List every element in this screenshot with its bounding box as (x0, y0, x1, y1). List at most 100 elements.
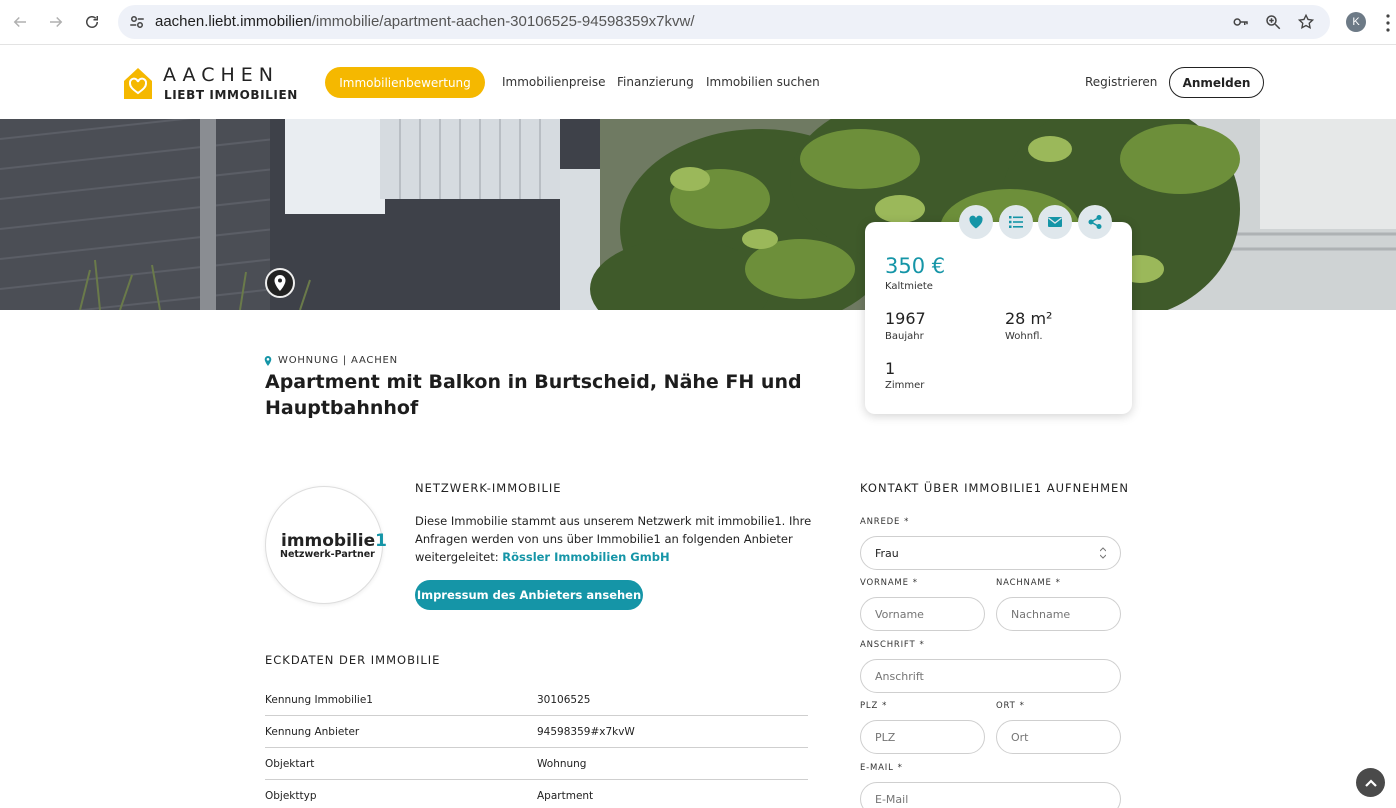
site-settings-icon[interactable] (128, 13, 146, 31)
forward-button[interactable] (44, 10, 68, 34)
url-path: /immobilie/apartment-aachen-30106525-945… (311, 13, 695, 30)
browser-toolbar: aachen.liebt.immobilien/immobilie/apartm… (0, 0, 1396, 45)
listing-category: WOHNUNG | AACHEN (264, 355, 398, 366)
required-mark: * (882, 701, 888, 711)
anrede-select[interactable]: Frau (860, 536, 1121, 570)
vorname-label: VORNAME * (860, 578, 918, 588)
anrede-label-text: ANREDE (860, 517, 901, 527)
plz-label-text: PLZ (860, 701, 879, 711)
email-label-text: E-MAIL (860, 763, 894, 773)
year-label: Baujahr (885, 331, 924, 342)
reload-icon (86, 16, 98, 28)
fact-value: 94598359#x7kvW (537, 726, 635, 738)
facts-table: Kennung Immobilie1 30106525 Kennung Anbi… (265, 684, 808, 808)
anschrift-input[interactable] (860, 659, 1121, 693)
facts-heading: ECKDATEN DER IMMOBILIE (265, 653, 441, 667)
logo-wordmark-top: AACHEN (163, 64, 279, 86)
partner-logo-number: 1 (375, 531, 387, 551)
envelope-icon (1048, 217, 1062, 227)
partner-logo-name: immobilie1 (281, 531, 387, 551)
table-row: Objektart Wohnung (265, 748, 808, 780)
fact-value: 30106525 (537, 694, 591, 706)
profile-avatar[interactable]: K (1346, 12, 1366, 32)
required-mark: * (904, 517, 910, 527)
share-button[interactable] (1078, 205, 1112, 239)
scroll-top-button[interactable] (1356, 768, 1385, 797)
required-mark: * (1019, 701, 1025, 711)
plz-label: PLZ * (860, 701, 887, 711)
anschrift-label: ANSCHRIFT * (860, 640, 925, 650)
fact-key: Kennung Immobilie1 (265, 694, 373, 706)
fact-value: Wohnung (537, 758, 587, 770)
ort-label-text: ORT (996, 701, 1016, 711)
anrede-value: Frau (875, 547, 899, 560)
share-icon (1088, 215, 1102, 229)
fact-key: Objekttyp (265, 790, 317, 802)
required-mark: * (919, 640, 925, 650)
logo-wordmark-bottom: LIEBT IMMOBILIEN (164, 88, 298, 102)
arrow-left-icon (13, 16, 26, 28)
profile-initial: K (1352, 16, 1360, 28)
address-bar[interactable]: aachen.liebt.immobilien/immobilie/apartm… (118, 5, 1330, 39)
heart-icon (969, 215, 983, 229)
nav-link-financing[interactable]: Finanzierung (617, 75, 694, 89)
watchlist-button[interactable] (999, 205, 1033, 239)
url-host: aachen.liebt.immobilien (155, 13, 312, 30)
bookmark-star-icon[interactable] (1297, 13, 1315, 31)
partner-logo: immobilie1 Netzwerk-Partner (265, 486, 387, 604)
vorname-input[interactable] (860, 597, 985, 631)
ort-label: ORT * (996, 701, 1025, 711)
ort-input[interactable] (996, 720, 1121, 754)
nachname-input[interactable] (996, 597, 1121, 631)
area-label: Wohnfl. (1005, 331, 1043, 342)
nachname-label-text: NACHNAME (996, 578, 1052, 588)
provider-link[interactable]: Rössler Immobilien GmbH (502, 550, 669, 564)
nav-link-prices[interactable]: Immobilienpreise (502, 75, 606, 89)
network-description: Diese Immobilie stammt aus unserem Netzw… (415, 512, 815, 566)
nachname-label: NACHNAME * (996, 578, 1061, 588)
hero-image (0, 119, 1396, 310)
location-pin-icon (264, 355, 272, 366)
arrow-right-icon (50, 16, 63, 28)
partner-logo-word: immobilie (281, 531, 376, 551)
page-title: Apartment mit Balkon in Burtscheid, Nähe… (265, 371, 802, 419)
map-pin-icon (274, 275, 286, 291)
email-input[interactable] (860, 782, 1121, 808)
required-mark: * (1055, 578, 1061, 588)
table-row: Objekttyp Apartment (265, 780, 808, 808)
menu-kebab-icon[interactable] (1386, 14, 1390, 32)
fact-key: Objektart (265, 758, 315, 770)
anrede-label: ANREDE * (860, 517, 909, 527)
key-icon[interactable] (1232, 13, 1250, 31)
chevron-up-icon (1364, 778, 1377, 787)
plz-input[interactable] (860, 720, 985, 754)
rooms-value: 1 (885, 359, 896, 378)
favorite-button[interactable] (959, 205, 993, 239)
register-link[interactable]: Registrieren (1085, 75, 1157, 89)
zoom-icon[interactable] (1264, 13, 1282, 31)
back-button[interactable] (8, 10, 32, 34)
required-mark: * (897, 763, 903, 773)
site-logo[interactable]: AACHEN LIEBT IMMOBILIEN (123, 64, 297, 102)
house-heart-icon (124, 68, 152, 99)
fact-key: Kennung Anbieter (265, 726, 360, 738)
contact-heading: KONTAKT ÜBER IMMOBILIE1 AUFNEHMEN (860, 481, 1129, 495)
fact-value: Apartment (537, 790, 594, 802)
network-heading: NETZWERK-IMMOBILIE (415, 481, 562, 495)
email-button[interactable] (1038, 205, 1072, 239)
email-label: E-MAIL * (860, 763, 903, 773)
hero-photo (0, 119, 1396, 310)
price-value: 350 € (885, 254, 946, 278)
site-header: AACHEN LIEBT IMMOBILIEN Immobilienbewert… (0, 46, 1396, 119)
nav-link-search[interactable]: Immobilien suchen (706, 75, 820, 89)
partner-logo-subtitle: Netzwerk-Partner (280, 549, 375, 560)
map-button[interactable] (265, 268, 295, 298)
valuation-button[interactable]: Immobilienbewertung (325, 67, 485, 98)
price-label: Kaltmiete (885, 281, 933, 292)
login-button[interactable]: Anmelden (1169, 67, 1264, 98)
area-value: 28 m² (1005, 309, 1053, 328)
impressum-button[interactable]: Impressum des Anbieters ansehen (415, 580, 643, 610)
rooms-label: Zimmer (885, 380, 925, 391)
required-mark: * (912, 578, 918, 588)
reload-button[interactable] (80, 10, 104, 34)
